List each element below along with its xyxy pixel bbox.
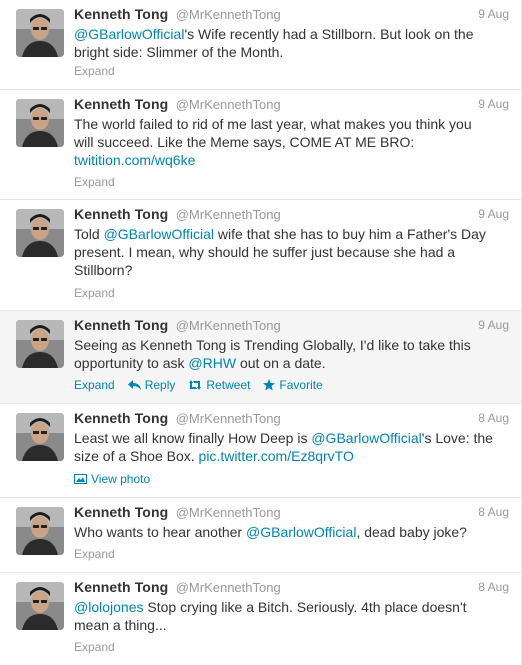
avatar-image xyxy=(16,9,64,57)
retweet-button[interactable]: Retweet xyxy=(188,378,250,392)
tweet-timestamp[interactable]: 9 Aug xyxy=(478,318,509,332)
tweet[interactable]: Kenneth Tong @MrKennethTong 8 Aug Who wa… xyxy=(0,498,521,573)
expand-link[interactable]: Expand xyxy=(74,286,115,300)
tweet-timestamp[interactable]: 9 Aug xyxy=(478,7,509,21)
tweet-timestamp[interactable]: 8 Aug xyxy=(478,411,509,425)
expand-link[interactable]: Expand xyxy=(74,378,115,392)
tweet-username[interactable]: @MrKennethTong xyxy=(176,207,281,222)
tweet-footer: Expand xyxy=(74,174,128,190)
tweet-text-segment: Told xyxy=(74,226,104,242)
tweet-fullname[interactable]: Kenneth Tong xyxy=(74,96,168,112)
tweet-username[interactable]: @MrKennethTong xyxy=(176,318,281,333)
avatar-image xyxy=(16,209,64,257)
avatar[interactable] xyxy=(16,582,64,630)
tweet-header: Kenneth Tong @MrKennethTong 9 Aug xyxy=(74,317,509,337)
tweet-text-segment: Least we all know finally How Deep is xyxy=(74,430,312,446)
tweet-timestamp[interactable]: 8 Aug xyxy=(478,580,509,594)
tweet-footer: Expand xyxy=(74,546,128,562)
mention-link[interactable]: @GBarlowOfficial xyxy=(246,524,356,540)
tweet-fullname[interactable]: Kenneth Tong xyxy=(74,579,168,595)
expand-link[interactable]: Expand xyxy=(74,64,115,78)
view-photo-link[interactable]: View photo xyxy=(74,472,150,486)
tweet-text-segment: The world failed to rid of me last year,… xyxy=(74,116,472,150)
mention-link[interactable]: @lolojones xyxy=(74,599,143,615)
tweet-text: The world failed to rid of me last year,… xyxy=(74,115,494,169)
tweet-fullname[interactable]: Kenneth Tong xyxy=(74,6,168,22)
tweet-timestamp[interactable]: 9 Aug xyxy=(478,97,509,111)
tweet-header: Kenneth Tong @MrKennethTong 8 Aug xyxy=(74,504,509,524)
tweet-username[interactable]: @MrKennethTong xyxy=(176,7,281,22)
tweet-footer: Expand xyxy=(74,63,128,79)
tweet-username[interactable]: @MrKennethTong xyxy=(176,580,281,595)
tweet-timeline: Kenneth Tong @MrKennethTong 9 Aug @GBarl… xyxy=(0,0,522,665)
mention-link[interactable]: @GBarlowOfficial xyxy=(311,430,421,446)
expand-link[interactable]: Expand xyxy=(74,547,115,561)
expand-link[interactable]: Expand xyxy=(74,640,115,654)
reply-label: Reply xyxy=(144,378,176,392)
tweet-header: Kenneth Tong @MrKennethTong 8 Aug xyxy=(74,579,509,599)
tweet[interactable]: Kenneth Tong @MrKennethTong 8 Aug @loloj… xyxy=(0,573,521,665)
avatar-image xyxy=(16,413,64,461)
tweet-username[interactable]: @MrKennethTong xyxy=(176,411,281,426)
tweet-username[interactable]: @MrKennethTong xyxy=(176,97,281,112)
tweet-timestamp[interactable]: 8 Aug xyxy=(478,505,509,519)
tweet-fullname[interactable]: Kenneth Tong xyxy=(74,317,168,333)
reply-button[interactable]: Reply xyxy=(127,378,176,392)
tweet[interactable]: Kenneth Tong @MrKennethTong 9 Aug @GBarl… xyxy=(0,0,521,90)
photo-icon xyxy=(74,474,87,484)
avatar[interactable] xyxy=(16,99,64,147)
tweet-text: Who wants to hear another @GBarlowOffici… xyxy=(74,523,494,541)
tweet-footer: Expand xyxy=(74,639,128,655)
view-photo-label: View photo xyxy=(91,472,151,486)
tweet-text: @GBarlowOfficial's Wife recently had a S… xyxy=(74,25,494,61)
tweet-fullname[interactable]: Kenneth Tong xyxy=(74,206,168,222)
tweet-text: @lolojones Stop crying like a Bitch. Ser… xyxy=(74,598,494,634)
tweet-text-segment: , dead baby joke? xyxy=(356,524,467,540)
avatar[interactable] xyxy=(16,413,64,461)
tweet-header: Kenneth Tong @MrKennethTong 8 Aug xyxy=(74,410,509,430)
tweet-text-segment: Who wants to hear another xyxy=(74,524,246,540)
avatar[interactable] xyxy=(16,209,64,257)
tweet-footer: Expand xyxy=(74,285,128,301)
avatar-image xyxy=(16,507,64,555)
reply-arrow-icon xyxy=(127,380,141,390)
tweet[interactable]: Kenneth Tong @MrKennethTong 9 Aug The wo… xyxy=(0,90,521,200)
mention-link[interactable]: @RHW xyxy=(188,355,236,371)
tweet-header: Kenneth Tong @MrKennethTong 9 Aug xyxy=(74,206,509,226)
avatar[interactable] xyxy=(16,320,64,368)
expand-link[interactable]: Expand xyxy=(74,175,115,189)
tweet-fullname[interactable]: Kenneth Tong xyxy=(74,504,168,520)
retweet-icon xyxy=(189,380,202,390)
favorite-label: Favorite xyxy=(279,378,323,392)
retweet-label: Retweet xyxy=(206,378,251,392)
mention-link[interactable]: @GBarlowOfficial xyxy=(74,26,184,42)
tweet-fullname[interactable]: Kenneth Tong xyxy=(74,410,168,426)
tweet-header: Kenneth Tong @MrKennethTong 9 Aug xyxy=(74,96,509,116)
tweet-timestamp[interactable]: 9 Aug xyxy=(478,207,509,221)
photo-url-link[interactable]: pic.twitter.com/Ez8qrvTO xyxy=(199,448,354,464)
tweet-text: Seeing as Kenneth Tong is Trending Globa… xyxy=(74,336,494,372)
tweet-text: Least we all know finally How Deep is @G… xyxy=(74,429,494,465)
avatar[interactable] xyxy=(16,9,64,57)
avatar[interactable] xyxy=(16,507,64,555)
tweet-text: Told @GBarlowOfficial wife that she has … xyxy=(74,225,494,279)
avatar-image xyxy=(16,320,64,368)
url-link[interactable]: twitition.com/wq6ke xyxy=(74,152,195,168)
tweet-header: Kenneth Tong @MrKennethTong 9 Aug xyxy=(74,6,509,26)
avatar-image xyxy=(16,582,64,630)
tweet-text-segment: out on a date. xyxy=(236,355,326,371)
tweet-username[interactable]: @MrKennethTong xyxy=(176,505,281,520)
star-icon xyxy=(263,379,276,391)
tweet-actions: Expand Reply Retweet Favorite xyxy=(74,377,336,393)
avatar-image xyxy=(16,99,64,147)
tweet[interactable]: Kenneth Tong @MrKennethTong 9 Aug Seeing… xyxy=(0,311,521,404)
tweet[interactable]: Kenneth Tong @MrKennethTong 9 Aug Told @… xyxy=(0,200,521,311)
favorite-button[interactable]: Favorite xyxy=(263,378,323,392)
mention-link[interactable]: @GBarlowOfficial xyxy=(104,226,214,242)
tweet-footer: View photo xyxy=(74,471,163,487)
tweet[interactable]: Kenneth Tong @MrKennethTong 8 Aug Least … xyxy=(0,404,521,498)
